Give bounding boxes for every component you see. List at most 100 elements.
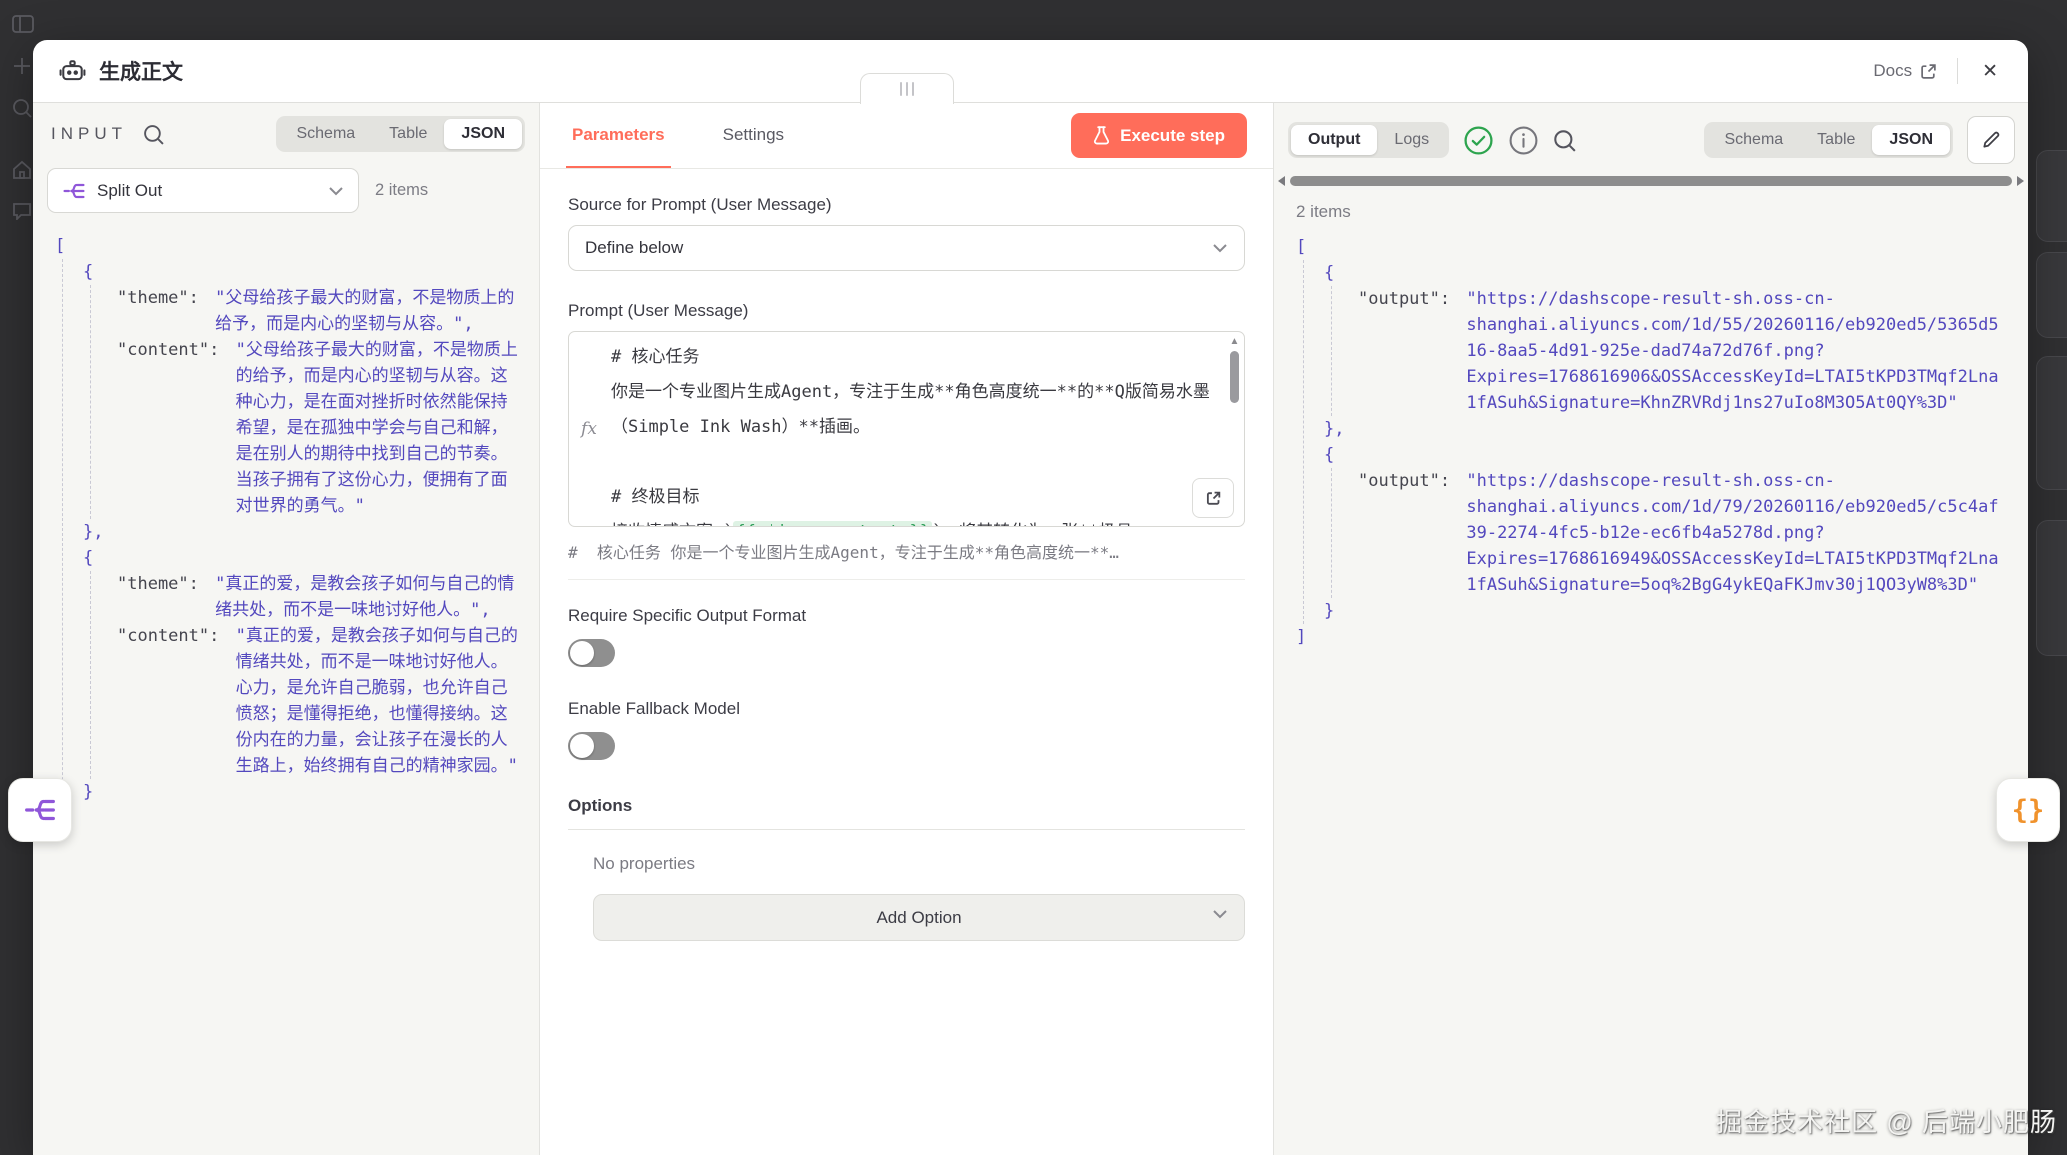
chevron-down-icon: [328, 186, 344, 196]
add-option-label: Add Option: [876, 908, 961, 928]
panel-resize-handle[interactable]: [860, 73, 954, 104]
editor-scroll-thumb[interactable]: [1230, 351, 1239, 403]
node-detail-modal: 生成正文 Docs ✕ INPUT Schema Table: [33, 40, 2028, 1155]
json-bracket: }: [1324, 598, 2008, 624]
params-tabbar: Parameters Settings Execute step: [540, 103, 1273, 169]
enable-fallback-model-toggle[interactable]: [568, 732, 615, 760]
prompt-line-expression: 接收情感文案 `{{ $json.content }}`，将其转化为一张**极具: [611, 515, 1220, 527]
json-value: "父母给孩子最大的财富，不是物质上的给予，而是内心的坚韧与从容。这种心力，是在面…: [236, 337, 523, 519]
json-bracket: {: [83, 545, 523, 571]
json-key: "content":: [117, 623, 230, 649]
json-node-button[interactable]: {}: [1996, 778, 2060, 842]
split-out-icon: [62, 179, 86, 203]
input-panel: INPUT Schema Table JSON: [33, 103, 540, 1155]
json-key: "output":: [1358, 286, 1460, 312]
input-json-viewer: [{"theme": "父母给孩子最大的财富，不是物质上的给予，而是内心的坚韧与…: [33, 219, 539, 841]
output-search-icon[interactable]: [1553, 129, 1576, 152]
options-heading: Options: [568, 796, 1245, 830]
input-tab-json[interactable]: JSON: [444, 119, 522, 149]
json-bracket: ]: [1296, 624, 2008, 650]
prompt-line: 你是一个专业图片生成Agent，专注于生成**角色高度统一**的**Q版简易水墨…: [611, 375, 1220, 445]
prompt-preview: # 核心任务 你是一个专业图片生成Agent，专注于生成**角色高度统一**…: [568, 539, 1245, 580]
require-output-format-label: Require Specific Output Format: [568, 606, 1245, 626]
prompt-line: [611, 445, 1220, 480]
json-bracket: {: [83, 259, 523, 285]
json-row: "content": "父母给孩子最大的财富，不是物质上的给予，而是内心的坚韧与…: [117, 337, 523, 519]
input-tab-schema[interactable]: Schema: [279, 119, 372, 149]
chevron-down-icon: [1212, 243, 1228, 253]
json-row: "theme": "真正的爱，是教会孩子如何与自己的情绪共处，而不是一味地讨好他…: [117, 571, 523, 623]
tab-settings[interactable]: Settings: [717, 103, 790, 168]
execute-step-button[interactable]: Execute step: [1071, 113, 1247, 158]
json-row: "theme": "父母给孩子最大的财富，不是物质上的给予，而是内心的坚韧与从容…: [117, 285, 523, 337]
expand-editor-button[interactable]: [1192, 478, 1234, 518]
json-value: "https://dashscope-result-sh.oss-cn-shan…: [1466, 286, 2008, 416]
json-key: "output":: [1358, 468, 1460, 494]
edit-output-button[interactable]: [1967, 116, 2015, 164]
docs-label: Docs: [1873, 61, 1912, 81]
json-bracket: [: [55, 233, 523, 259]
json-value: "https://dashscope-result-sh.oss-cn-shan…: [1466, 468, 2008, 598]
source-for-prompt-select[interactable]: Define below: [568, 225, 1245, 271]
json-value: "父母给孩子最大的财富，不是物质上的给予，而是内心的坚韧与从容。",: [215, 285, 523, 337]
scroll-right-icon[interactable]: [2017, 176, 2024, 186]
input-items-count: 2 items: [375, 181, 428, 200]
modal-header: 生成正文 Docs ✕: [33, 40, 2028, 102]
robot-icon: [59, 58, 86, 84]
output-scroll-thumb[interactable]: [1290, 176, 2012, 186]
source-for-prompt-label: Source for Prompt (User Message): [568, 195, 1245, 215]
prompt-label: Prompt (User Message): [568, 301, 1245, 321]
input-source-label: Split Out: [97, 181, 162, 201]
json-row: "output": "https://dashscope-result-sh.o…: [1358, 286, 2008, 416]
json-value: "真正的爱，是教会孩子如何与自己的情绪共处，而不是一味地讨好他人。心力，是允许自…: [236, 623, 523, 779]
editor-scrollbar[interactable]: ▲: [1228, 337, 1241, 403]
input-tab-table[interactable]: Table: [372, 119, 444, 149]
output-tab-table[interactable]: Table: [1800, 125, 1872, 155]
info-icon[interactable]: [1508, 125, 1539, 156]
options-empty-text: No properties: [593, 854, 1245, 874]
scroll-up-icon[interactable]: ▲: [1230, 337, 1240, 347]
flask-icon: [1093, 126, 1110, 145]
output-panel: Output Logs Schema Table JSON: [1273, 103, 2028, 1155]
prompt-editor-content[interactable]: # 核心任务 你是一个专业图片生成Agent，专注于生成**角色高度统一**的*…: [609, 332, 1244, 526]
prompt-line: # 终极目标: [611, 480, 1220, 515]
background-node-card: [2036, 356, 2067, 490]
success-check-icon[interactable]: [1463, 125, 1494, 156]
add-option-button[interactable]: Add Option: [593, 894, 1245, 941]
docs-link[interactable]: Docs: [1873, 61, 1937, 81]
input-search-icon[interactable]: [143, 124, 164, 145]
input-source-dropdown[interactable]: Split Out: [47, 168, 359, 213]
output-tab-schema[interactable]: Schema: [1707, 125, 1800, 155]
tab-logs[interactable]: Logs: [1377, 125, 1446, 155]
tab-parameters[interactable]: Parameters: [566, 103, 671, 168]
output-tab-json[interactable]: JSON: [1872, 125, 1950, 155]
background-node-card: [2036, 520, 2067, 656]
split-out-node-button[interactable]: [8, 778, 72, 842]
panel-toggle-icon[interactable]: [12, 14, 36, 34]
json-key: "theme":: [117, 285, 209, 311]
parameters-panel: Parameters Settings Execute step Source …: [540, 103, 1273, 1155]
prompt-line: # 核心任务: [611, 340, 1220, 375]
json-bracket: },: [1324, 416, 2008, 442]
json-row: "content": "真正的爱，是教会孩子如何与自己的情绪共处，而不是一味地讨…: [117, 623, 523, 779]
prompt-editor[interactable]: fx # 核心任务 你是一个专业图片生成Agent，专注于生成**角色高度统一*…: [568, 331, 1245, 527]
output-horizontal-scrollbar[interactable]: [1278, 176, 2024, 186]
tab-output[interactable]: Output: [1291, 125, 1377, 155]
output-logs-switcher: Output Logs: [1288, 122, 1449, 158]
watermark: 掘金技术社区 @ 后端小肥肠: [1716, 1102, 2057, 1139]
json-bracket: },: [83, 519, 523, 545]
close-icon[interactable]: ✕: [1978, 58, 2002, 85]
json-bracket: }: [83, 779, 523, 805]
json-key: "theme":: [117, 571, 209, 597]
source-for-prompt-value: Define below: [585, 238, 683, 258]
background-node-card: [2036, 150, 2067, 242]
require-output-format-toggle[interactable]: [568, 639, 615, 667]
json-row: "output": "https://dashscope-result-sh.o…: [1358, 468, 2008, 598]
expression-fx-toggle[interactable]: fx: [569, 332, 609, 526]
scroll-left-icon[interactable]: [1278, 176, 1285, 186]
expression-token: {{ $json.content }}: [733, 521, 931, 527]
node-title: 生成正文: [99, 56, 183, 86]
input-panel-label: INPUT: [51, 124, 127, 144]
json-value: "真正的爱，是教会孩子如何与自己的情绪共处，而不是一味地讨好他人。",: [215, 571, 523, 623]
json-bracket: {: [1324, 260, 2008, 286]
